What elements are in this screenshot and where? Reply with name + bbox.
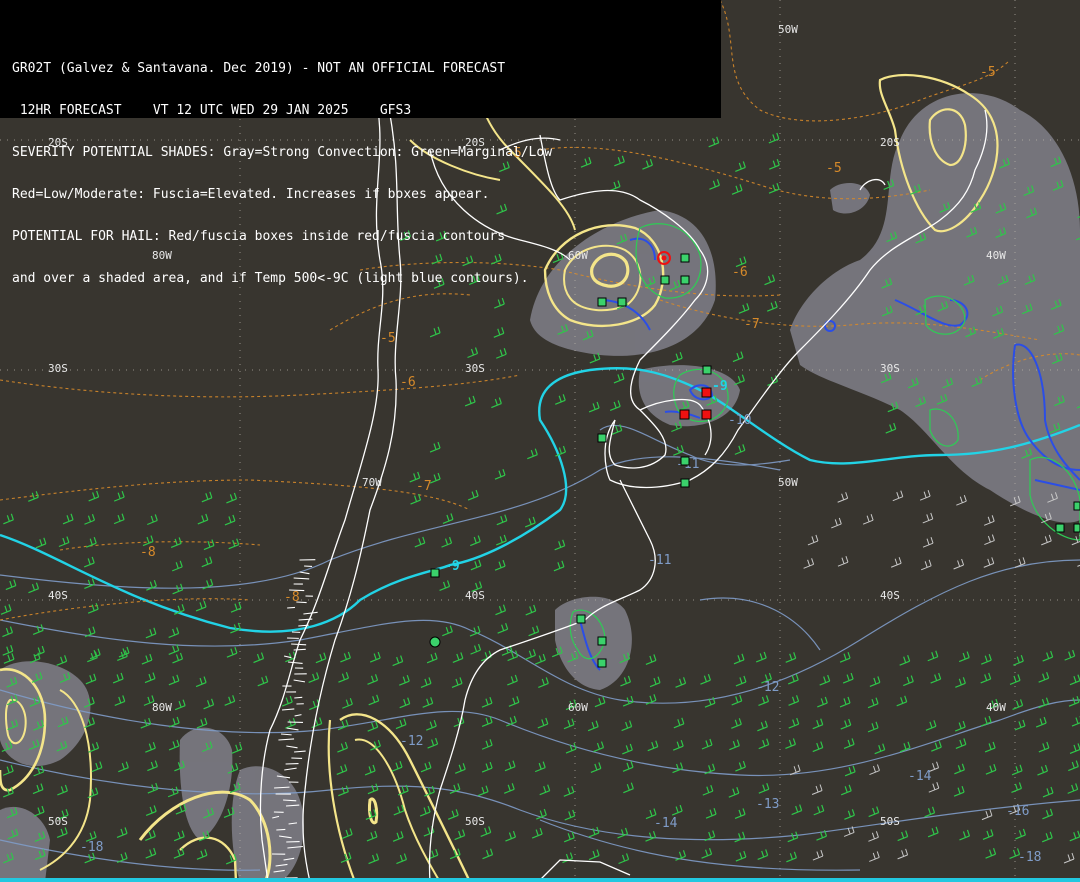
- header-line-5: POTENTIAL FOR HAIL: Red/fuscia boxes ins…: [12, 229, 506, 244]
- green-hail-box: [1055, 523, 1065, 533]
- lon-label-80w-lower: 80W: [152, 701, 172, 714]
- green-hail-box: [1073, 501, 1080, 511]
- contour-label-m14-b: -14: [654, 816, 678, 831]
- contour-label-m7-a: -7: [744, 317, 760, 332]
- lat-label-40s-mid: 40S: [465, 589, 485, 602]
- green-hail-box: [597, 636, 607, 646]
- contour-label-m8-a: -8: [140, 545, 156, 560]
- green-hail-marker: [429, 636, 441, 648]
- contour-label-m13: -13: [756, 797, 779, 812]
- contour-label-m14-a: -14: [908, 769, 932, 784]
- green-hail-box: [597, 658, 607, 668]
- lat-label-50s-west: 50S: [48, 815, 68, 828]
- contour-label-m18-a: -18: [1018, 850, 1041, 865]
- forecast-header-panel: GR02T (Galvez & Santavana. Dec 2019) - N…: [0, 0, 721, 286]
- lat-label-20s-east: 20S: [880, 136, 900, 149]
- contour-label-m6-b: -6: [400, 375, 416, 390]
- lat-label-30s-west: 30S: [48, 362, 68, 375]
- lon-label-50w-top: 50W: [778, 23, 798, 36]
- green-hail-box: [680, 478, 690, 488]
- red-hail-box: [679, 409, 690, 420]
- contour-label-m12-a: -12: [756, 680, 779, 695]
- header-line-6: and over a shaded area, and if Temp 500<…: [12, 271, 529, 286]
- lat-label-50s-mid: 50S: [465, 815, 485, 828]
- lat-label-30s-mid: 30S: [465, 362, 485, 375]
- contour-label-m18-b: -18: [80, 840, 103, 855]
- lat-label-40s-west: 40S: [48, 589, 68, 602]
- contour-label-m5-c: -5: [980, 65, 996, 80]
- bottom-border: [0, 878, 1080, 882]
- green-hail-box: [1073, 523, 1080, 533]
- contour-label-m11-b: -11: [648, 553, 671, 568]
- lat-label-30s-east: 30S: [880, 362, 900, 375]
- contour-label-m9-b: -9: [444, 559, 460, 574]
- lon-label-60w-lower: 60W: [568, 701, 588, 714]
- lat-label-40s-east: 40S: [880, 589, 900, 602]
- red-hail-box: [701, 387, 712, 398]
- green-hail-box: [430, 568, 440, 578]
- contour-label-m8-b: -8: [284, 590, 300, 605]
- contour-label-m5-b: -5: [826, 161, 842, 176]
- contour-label-m10: -10: [728, 413, 751, 428]
- lon-label-70w-mid: 70W: [362, 476, 382, 489]
- contour-label-m16: -16: [1006, 804, 1029, 819]
- contour-label-m9-a: -9: [712, 379, 728, 394]
- lon-label-50w-mid: 50W: [778, 476, 798, 489]
- header-line-1: GR02T (Galvez & Santavana. Dec 2019) - N…: [12, 61, 506, 76]
- green-hail-box: [576, 614, 586, 624]
- green-hail-box: [680, 456, 690, 466]
- green-hail-box: [702, 365, 712, 375]
- lon-label-40w-upper: 40W: [986, 249, 1006, 262]
- header-line-4: Red=Low/Moderate: Fuscia=Elevated. Incre…: [12, 187, 490, 202]
- header-line-2: 12HR FORECAST VT 12 UTC WED 29 JAN 2025 …: [12, 103, 412, 118]
- red-hail-box: [701, 409, 712, 420]
- lat-label-50s-east: 50S: [880, 815, 900, 828]
- contour-label-m6-a: -6: [732, 265, 748, 280]
- contour-label-m5-d: -5: [380, 331, 396, 346]
- lon-label-40w-lower: 40W: [986, 701, 1006, 714]
- contour-label-m12-b: -12: [400, 734, 423, 749]
- header-line-3: SEVERITY POTENTIAL SHADES: Gray=Strong C…: [12, 145, 553, 160]
- contour-label-m7-b: -7: [416, 479, 432, 494]
- green-hail-box: [597, 433, 607, 443]
